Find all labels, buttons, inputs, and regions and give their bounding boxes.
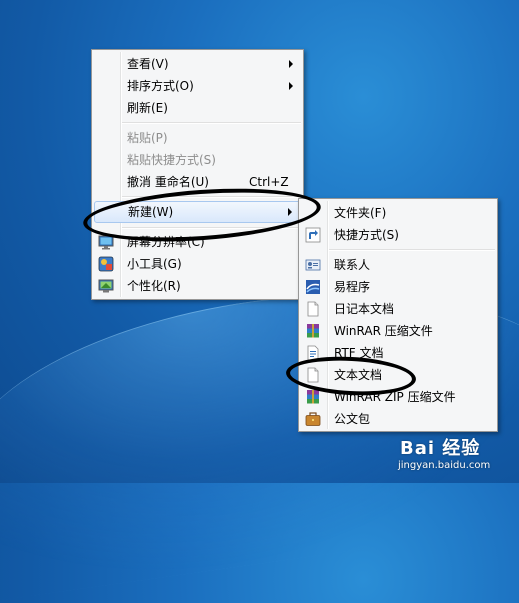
menu-separator: [329, 249, 495, 251]
display-icon: [98, 235, 114, 250]
personalize-icon: [98, 279, 114, 293]
winrar-icon: [307, 324, 319, 338]
desktop-context-menu: 查看(V) 排序方式(O) 刷新(E) 粘贴(P) 粘贴快捷方式(S) 撤消 重…: [91, 49, 304, 300]
menu-item-sort-by[interactable]: 排序方式(O): [94, 75, 301, 97]
submenu-item-easy-program[interactable]: 易程序: [301, 276, 495, 298]
submenu-item-shortcut[interactable]: 快捷方式(S): [301, 224, 495, 246]
menu-item-label: 日记本文档: [334, 302, 395, 316]
submenu-item-contact[interactable]: 联系人: [301, 254, 495, 276]
submenu-arrow-icon: [289, 82, 293, 90]
menu-item-label: 刷新(E): [127, 101, 168, 115]
baidu-jingyan-logo: Bai 经验: [400, 438, 481, 459]
submenu-item-folder[interactable]: 文件夹(F): [301, 202, 495, 224]
menu-item-label: 排序方式(O): [127, 79, 194, 93]
submenu-arrow-icon: [288, 208, 292, 216]
menu-item-label: 粘贴(P): [127, 131, 168, 145]
watermark-url: jingyan.baidu.com: [398, 460, 491, 471]
submenu-item-text-document[interactable]: 文本文档: [301, 364, 495, 386]
menu-item-new[interactable]: 新建(W): [94, 201, 301, 223]
menu-separator: [122, 227, 301, 229]
menu-item-undo-rename[interactable]: 撤消 重命名(U) Ctrl+Z: [94, 171, 301, 193]
menu-item-label: RTF 文档: [334, 346, 384, 360]
menu-item-label: 新建(W): [128, 205, 174, 219]
submenu-item-rtf[interactable]: RTF 文档: [301, 342, 495, 364]
menu-item-label: 易程序: [334, 280, 371, 294]
menu-item-view[interactable]: 查看(V): [94, 53, 301, 75]
menu-item-personalize[interactable]: 个性化(R): [94, 275, 301, 297]
gadgets-icon: [98, 256, 114, 272]
menu-item-label: WinRAR ZIP 压缩文件: [334, 390, 456, 404]
menu-item-label: 撤消 重命名(U): [127, 175, 209, 189]
menu-item-label: 粘贴快捷方式(S): [127, 153, 216, 167]
rtf-icon: [307, 345, 319, 361]
menu-separator: [122, 122, 301, 124]
contact-icon: [305, 259, 321, 271]
menu-item-label: 文本文档: [334, 368, 383, 382]
briefcase-icon: [305, 412, 321, 426]
journal-icon: [307, 301, 319, 317]
menu-item-shortcut: Ctrl+Z: [249, 175, 289, 189]
menu-item-label: 文件夹(F): [334, 206, 387, 220]
winrar-zip-icon: [307, 390, 319, 404]
submenu-item-journal[interactable]: 日记本文档: [301, 298, 495, 320]
menu-item-label: 快捷方式(S): [334, 228, 399, 242]
text-document-icon: [307, 367, 319, 383]
menu-item-paste-shortcut[interactable]: 粘贴快捷方式(S): [94, 149, 301, 171]
submenu-item-briefcase[interactable]: 公文包: [301, 408, 495, 430]
menu-item-label: 公文包: [334, 412, 371, 426]
menu-item-label: 小工具(G): [127, 257, 182, 271]
menu-item-label: WinRAR 压缩文件: [334, 324, 433, 338]
submenu-item-winrar-zip[interactable]: WinRAR ZIP 压缩文件: [301, 386, 495, 408]
app-icon: [306, 280, 320, 294]
menu-item-label: 联系人: [334, 258, 371, 272]
submenu-item-winrar[interactable]: WinRAR 压缩文件: [301, 320, 495, 342]
menu-item-paste[interactable]: 粘贴(P): [94, 127, 301, 149]
menu-item-screen-resolution[interactable]: 屏幕分辨率(C): [94, 231, 301, 253]
shortcut-icon: [305, 227, 321, 243]
menu-item-refresh[interactable]: 刷新(E): [94, 97, 301, 119]
menu-separator: [122, 196, 301, 198]
menu-item-gadgets[interactable]: 小工具(G): [94, 253, 301, 275]
menu-item-label: 查看(V): [127, 57, 169, 71]
menu-item-label: 个性化(R): [127, 279, 181, 293]
menu-item-label: 屏幕分辨率(C): [127, 235, 205, 249]
new-submenu: 文件夹(F) 快捷方式(S) 联系人 易程序 日记本文档 WinRAR 压缩文件…: [298, 198, 498, 432]
submenu-arrow-icon: [289, 60, 293, 68]
